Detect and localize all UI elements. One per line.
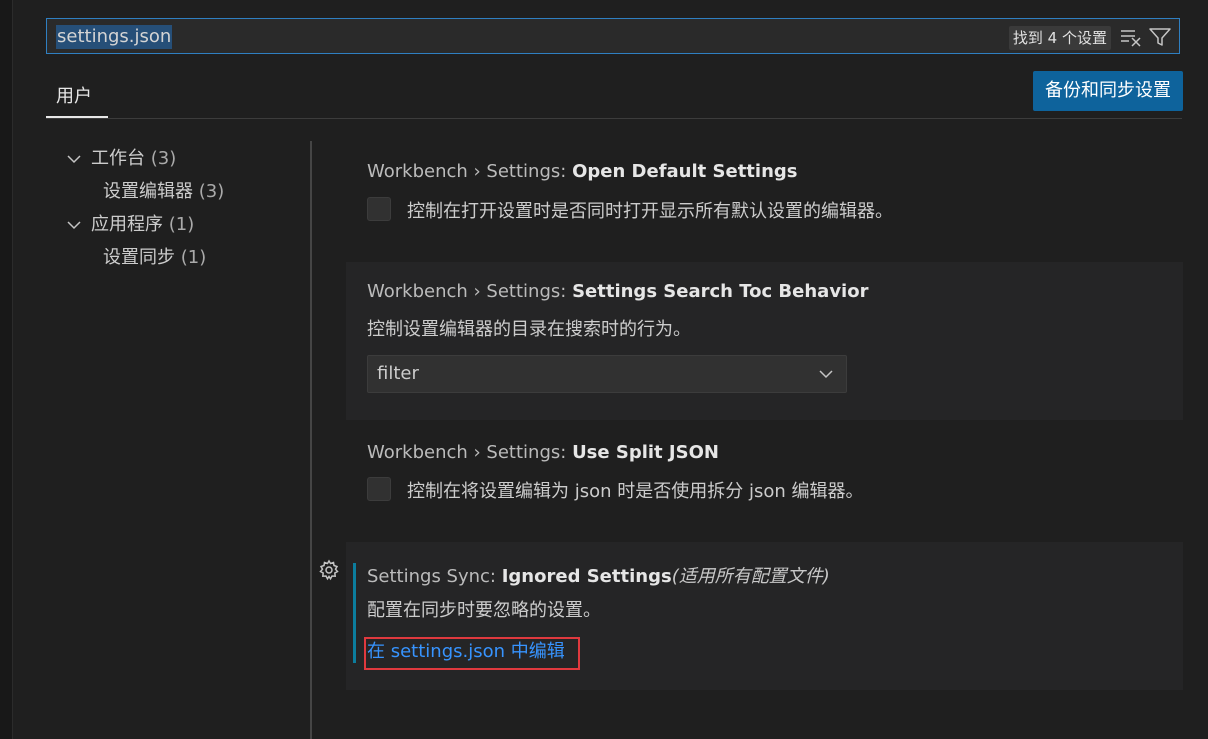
setting-description: 控制设置编辑器的目录在搜索时的行为。 <box>367 319 691 340</box>
setting-name: Open Default Settings <box>572 161 798 182</box>
filter-icon[interactable] <box>1149 27 1171 47</box>
toc-sash[interactable] <box>310 141 312 739</box>
open-default-settings-checkbox[interactable] <box>367 197 391 221</box>
setting-category: Workbench › Settings: <box>367 442 573 463</box>
toc-count: (3) <box>150 148 177 169</box>
setting-title: Settings Sync: Ignored Settings(适用所有配置文件… <box>367 562 830 588</box>
chevron-down-icon[interactable] <box>66 217 82 233</box>
search-input[interactable]: settings.json <box>56 25 173 49</box>
highlight-annotation <box>364 637 580 670</box>
setting-category: Workbench › Settings: <box>367 161 573 182</box>
toc-item-application[interactable]: 应用程序 (1) <box>60 211 300 244</box>
setting-category: Settings Sync: <box>367 566 502 587</box>
search-results-badge: 找到 4 个设置 <box>1008 26 1111 50</box>
tab-user[interactable]: 用户 <box>46 84 108 118</box>
clear-filter-icon[interactable] <box>1120 27 1142 47</box>
toc-label: 应用程序 <box>91 214 163 235</box>
setting-search-toc-behavior: Workbench › Settings: Settings Search To… <box>346 262 1183 420</box>
setting-name: Ignored Settings <box>501 566 672 587</box>
toc-label: 设置编辑器 <box>103 181 193 202</box>
toc-label: 设置同步 <box>103 247 175 268</box>
activity-bar-edge <box>0 0 13 739</box>
setting-description: 控制在打开设置时是否同时打开显示所有默认设置的编辑器。 <box>407 201 893 222</box>
settings-toc: 工作台 (3) 设置编辑器 (3) 应用程序 (1) 设置同步 (1) <box>60 145 300 277</box>
toc-count: (1) <box>168 214 195 235</box>
setting-category: Workbench › Settings: <box>367 281 573 302</box>
toc-count: (3) <box>198 181 225 202</box>
modified-indicator <box>353 563 356 663</box>
setting-use-split-json: Workbench › Settings: Use Split JSON 控制在… <box>346 425 1183 535</box>
toc-label: 工作台 <box>91 148 145 169</box>
setting-title: Workbench › Settings: Settings Search To… <box>367 281 868 302</box>
select-value: filter <box>377 363 419 384</box>
toc-item-settings-editor[interactable]: 设置编辑器 (3) <box>60 178 300 211</box>
tabs-divider <box>46 118 1182 119</box>
backup-sync-button[interactable]: 备份和同步设置 <box>1033 71 1183 111</box>
settings-search-box[interactable]: settings.json 找到 4 个设置 <box>46 18 1180 54</box>
toc-behavior-select[interactable]: filter <box>367 355 847 393</box>
setting-name: Settings Search Toc Behavior <box>572 281 869 302</box>
use-split-json-checkbox[interactable] <box>367 477 391 501</box>
setting-description: 配置在同步时要忽略的设置。 <box>367 600 601 621</box>
setting-title: Workbench › Settings: Open Default Setti… <box>367 161 797 182</box>
setting-open-default-settings: Workbench › Settings: Open Default Setti… <box>346 145 1183 255</box>
chevron-down-icon[interactable] <box>66 151 82 167</box>
gear-icon[interactable] <box>318 559 340 581</box>
setting-title: Workbench › Settings: Use Split JSON <box>367 442 719 463</box>
setting-name: Use Split JSON <box>572 442 719 463</box>
toc-count: (1) <box>180 247 207 268</box>
toc-item-settings-sync[interactable]: 设置同步 (1) <box>60 244 300 277</box>
toc-item-workbench[interactable]: 工作台 (3) <box>60 145 300 178</box>
chevron-down-icon <box>819 370 833 379</box>
setting-scope: (适用所有配置文件) <box>671 566 830 587</box>
setting-description: 控制在将设置编辑为 json 时是否使用拆分 json 编辑器。 <box>407 481 864 502</box>
